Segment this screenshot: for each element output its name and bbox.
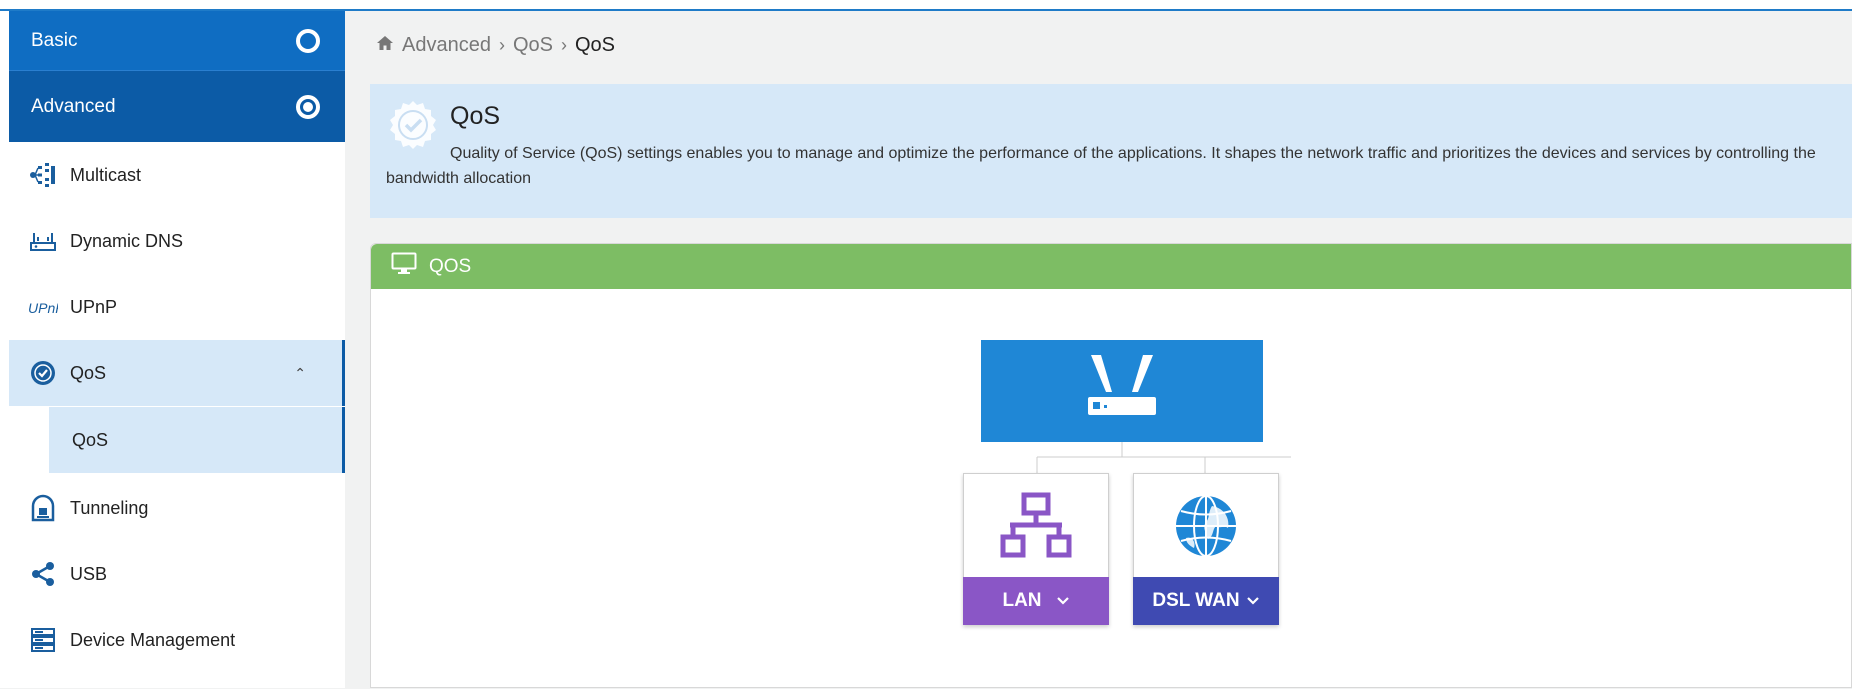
breadcrumb: Advanced › QoS › QoS: [376, 34, 615, 57]
sidebar-subitem-qos[interactable]: QoS: [49, 407, 345, 473]
radio-selected-icon: [296, 94, 320, 119]
sidebar-item-label: Tunneling: [70, 497, 149, 518]
sidebar-advanced-label: Advanced: [31, 95, 116, 117]
sidebar-item-label: Multicast: [70, 164, 142, 185]
sidebar-item-usb[interactable]: USB: [9, 541, 345, 607]
sidebar-item-multicast[interactable]: Multicast: [9, 142, 345, 208]
sidebar-basic-label: Basic: [31, 29, 78, 51]
info-banner: QoS Quality of Service (QoS) settings en…: [370, 84, 1852, 218]
sidebar-item-device-management[interactable]: Device Management: [9, 607, 345, 673]
router-node[interactable]: [981, 340, 1263, 442]
home-icon[interactable]: [376, 34, 394, 57]
lan-network-icon: [964, 474, 1108, 578]
breadcrumb-separator-icon: ›: [498, 35, 505, 55]
sidebar-item-qos[interactable]: QoS ⌃: [9, 340, 345, 406]
chevron-up-icon[interactable]: ⌃: [294, 365, 306, 382]
chevron-down-icon: [1056, 590, 1070, 612]
sidebar-subitem-label: QoS: [72, 429, 109, 450]
sidebar-item-label: USB: [70, 563, 108, 584]
router-icon: [1088, 355, 1156, 415]
sidebar: Basic Advanced Multicast Dynamic DNS UPn…: [0, 11, 345, 688]
chevron-down-icon: [1246, 590, 1260, 612]
breadcrumb-link-qos[interactable]: QoS: [513, 34, 553, 57]
breadcrumb-separator-icon: ›: [561, 35, 567, 55]
sidebar-item-upnp[interactable]: UPnP UPnP: [9, 274, 345, 340]
tunneling-icon: [28, 493, 58, 523]
breadcrumb-link-advanced[interactable]: Advanced: [402, 34, 491, 57]
sidebar-item-label: QoS: [70, 362, 107, 383]
upnp-icon: UPnP: [28, 292, 58, 322]
globe-icon: [1134, 474, 1278, 578]
lan-label: LAN: [1002, 590, 1042, 611]
dynamic-dns-icon: [28, 226, 58, 256]
qos-panel: QOS LAN DSL WAN: [370, 243, 1852, 688]
lan-card[interactable]: LAN: [963, 473, 1109, 625]
topology-connectors: [1036, 442, 1291, 473]
sidebar-item-label: Device Management: [70, 629, 236, 650]
sidebar-basic-header[interactable]: Basic: [9, 11, 345, 70]
qos-badge-icon: [28, 358, 58, 388]
info-title: QoS: [450, 102, 501, 130]
info-description: Quality of Service (QoS) settings enable…: [386, 145, 1816, 187]
share-icon: [28, 559, 58, 589]
radio-ring-icon: [296, 28, 320, 53]
dsl-wan-card[interactable]: DSL WAN: [1133, 473, 1279, 625]
top-border: [0, 0, 1852, 11]
sidebar-advanced-header[interactable]: Advanced: [9, 70, 345, 142]
sidebar-item-label: Dynamic DNS: [70, 230, 184, 251]
multicast-icon: [28, 160, 58, 190]
dsl-wan-dropdown[interactable]: DSL WAN: [1133, 577, 1279, 625]
lan-dropdown[interactable]: LAN: [963, 577, 1109, 625]
breadcrumb-current: QoS: [575, 34, 616, 56]
svg-text:UPnP: UPnP: [28, 300, 58, 316]
sidebar-item-tunneling[interactable]: Tunneling: [9, 475, 345, 541]
sidebar-item-dynamic-dns[interactable]: Dynamic DNS: [9, 208, 345, 274]
server-icon: [28, 625, 58, 655]
dsl-wan-label: DSL WAN: [1152, 590, 1240, 611]
sidebar-item-label: UPnP: [70, 296, 118, 317]
